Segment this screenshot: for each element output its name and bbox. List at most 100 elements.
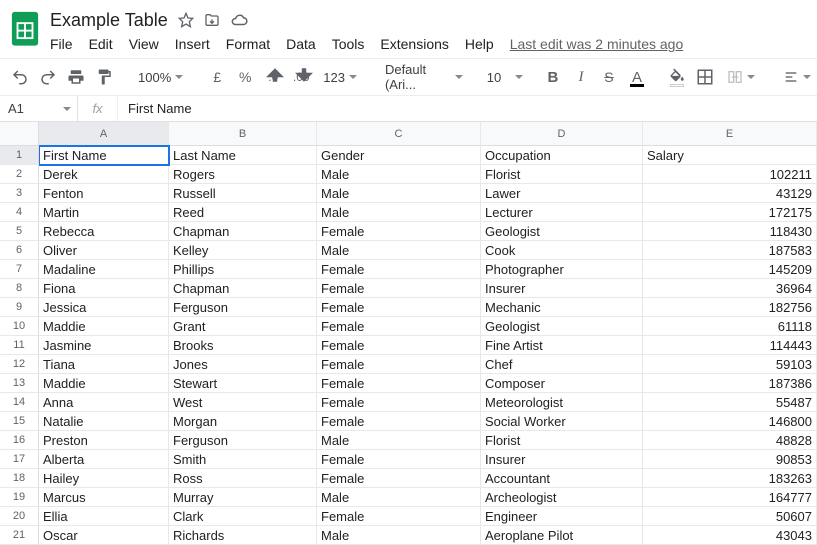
row-header[interactable]: 3 (0, 184, 39, 203)
cell[interactable]: Maddie (39, 317, 169, 336)
cell[interactable]: Ferguson (169, 431, 317, 450)
cell[interactable]: Stewart (169, 374, 317, 393)
column-header[interactable]: A (39, 122, 169, 146)
cell[interactable]: Female (317, 336, 481, 355)
row-header[interactable]: 15 (0, 412, 39, 431)
cell[interactable]: 183263 (643, 469, 817, 488)
cell[interactable]: Archeologist (481, 488, 643, 507)
format-currency-button[interactable]: £ (205, 64, 229, 90)
cell[interactable]: 187583 (643, 241, 817, 260)
cell[interactable]: Lawer (481, 184, 643, 203)
undo-button[interactable] (8, 64, 32, 90)
cell[interactable]: First Name (39, 146, 169, 165)
row-header[interactable]: 19 (0, 488, 39, 507)
cell[interactable]: Photographer (481, 260, 643, 279)
cell[interactable]: Geologist (481, 222, 643, 241)
menu-extensions[interactable]: Extensions (380, 36, 448, 52)
more-formats-combo[interactable]: 123 (317, 70, 363, 85)
menu-insert[interactable]: Insert (175, 36, 210, 52)
cell[interactable]: Martin (39, 203, 169, 222)
cell[interactable]: Maddie (39, 374, 169, 393)
cell[interactable]: Morgan (169, 412, 317, 431)
cell[interactable]: Female (317, 412, 481, 431)
row-header[interactable]: 20 (0, 507, 39, 526)
cell[interactable]: Engineer (481, 507, 643, 526)
cell[interactable]: Hailey (39, 469, 169, 488)
redo-button[interactable] (36, 64, 60, 90)
cell[interactable]: Jasmine (39, 336, 169, 355)
column-header[interactable]: E (643, 122, 817, 146)
cell[interactable]: Accountant (481, 469, 643, 488)
cell[interactable]: Reed (169, 203, 317, 222)
sheets-logo-icon[interactable] (10, 10, 40, 46)
cell[interactable]: Brooks (169, 336, 317, 355)
cell[interactable]: Ellia (39, 507, 169, 526)
cell[interactable]: Male (317, 241, 481, 260)
menu-file[interactable]: File (50, 36, 73, 52)
cell[interactable]: Male (317, 526, 481, 545)
menu-data[interactable]: Data (286, 36, 316, 52)
cell[interactable]: Jones (169, 355, 317, 374)
cell[interactable]: Female (317, 260, 481, 279)
row-header[interactable]: 12 (0, 355, 39, 374)
increase-decimal-button[interactable]: .00 (289, 64, 313, 90)
cell[interactable]: 43043 (643, 526, 817, 545)
cell[interactable]: Composer (481, 374, 643, 393)
cell[interactable]: 118430 (643, 222, 817, 241)
cell[interactable]: Female (317, 355, 481, 374)
cell[interactable]: Male (317, 431, 481, 450)
cell[interactable]: Florist (481, 165, 643, 184)
menu-edit[interactable]: Edit (89, 36, 113, 52)
cell[interactable]: Lecturer (481, 203, 643, 222)
cell[interactable]: Phillips (169, 260, 317, 279)
cell[interactable]: Female (317, 507, 481, 526)
cell[interactable]: Male (317, 165, 481, 184)
fill-color-button[interactable] (665, 64, 689, 90)
cell[interactable]: Occupation (481, 146, 643, 165)
borders-button[interactable] (693, 64, 717, 90)
cell[interactable]: Oscar (39, 526, 169, 545)
cell[interactable]: 55487 (643, 393, 817, 412)
menu-view[interactable]: View (129, 36, 159, 52)
format-percent-button[interactable]: % (233, 64, 257, 90)
cell[interactable]: 114443 (643, 336, 817, 355)
cell[interactable]: Female (317, 393, 481, 412)
cell[interactable]: Female (317, 298, 481, 317)
cell[interactable]: Ross (169, 469, 317, 488)
strikethrough-button[interactable]: S (597, 64, 621, 90)
cell[interactable]: Male (317, 488, 481, 507)
cell[interactable]: 164777 (643, 488, 817, 507)
last-edit-link[interactable]: Last edit was 2 minutes ago (510, 36, 684, 52)
cell[interactable]: Florist (481, 431, 643, 450)
print-button[interactable] (64, 64, 88, 90)
cell[interactable]: Mechanic (481, 298, 643, 317)
bold-button[interactable]: B (541, 64, 565, 90)
row-header[interactable]: 5 (0, 222, 39, 241)
cell[interactable]: 48828 (643, 431, 817, 450)
cell[interactable]: Preston (39, 431, 169, 450)
zoom-combo[interactable]: 100% (132, 70, 189, 85)
cell[interactable]: Female (317, 374, 481, 393)
cell[interactable]: Rebecca (39, 222, 169, 241)
select-all-corner[interactable] (0, 122, 39, 146)
cell[interactable]: Male (317, 184, 481, 203)
cell[interactable]: Oliver (39, 241, 169, 260)
row-header[interactable]: 10 (0, 317, 39, 336)
cell[interactable]: Derek (39, 165, 169, 184)
cell[interactable]: Chapman (169, 222, 317, 241)
cloud-status-icon[interactable] (230, 11, 248, 29)
cell[interactable]: Alberta (39, 450, 169, 469)
cell[interactable]: 36964 (643, 279, 817, 298)
cell[interactable]: West (169, 393, 317, 412)
move-icon[interactable] (204, 12, 220, 28)
column-header[interactable]: D (481, 122, 643, 146)
italic-button[interactable]: I (569, 64, 593, 90)
cell[interactable]: Female (317, 469, 481, 488)
cell[interactable]: Kelley (169, 241, 317, 260)
cell[interactable]: 50607 (643, 507, 817, 526)
cell[interactable]: Last Name (169, 146, 317, 165)
row-header[interactable]: 8 (0, 279, 39, 298)
formula-input[interactable]: First Name (118, 101, 817, 116)
text-color-button[interactable]: A (625, 64, 649, 90)
cell[interactable]: 146800 (643, 412, 817, 431)
